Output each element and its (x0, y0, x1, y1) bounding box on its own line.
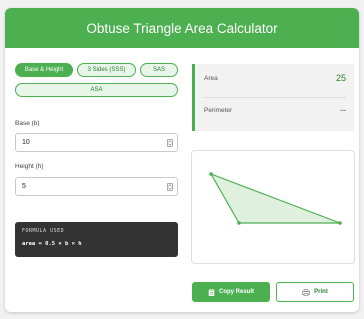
copy-result-label: Copy Result (218, 289, 254, 295)
base-spinner-icon[interactable] (167, 139, 173, 147)
base-input-value: 10 (22, 139, 30, 146)
mode-base-height-button[interactable]: Base & Height (15, 63, 73, 77)
triangle-preview (191, 150, 355, 264)
print-button[interactable]: Print (276, 282, 354, 302)
results-divider (204, 97, 346, 98)
base-input[interactable]: 10 (15, 133, 178, 152)
area-label: Area (204, 75, 218, 82)
height-label: Height (h) (15, 163, 44, 170)
results-panel: Area 25 Perimeter -- (192, 64, 354, 131)
printer-icon (302, 288, 310, 296)
calculator-card: Obtuse Triangle Area Calculator Base & H… (5, 8, 359, 312)
perimeter-value: -- (340, 105, 346, 115)
triangle-shape (209, 172, 341, 224)
spinner-arrows-icon (168, 140, 172, 146)
page-title-text: Obtuse Triangle Area Calculator (86, 20, 278, 36)
height-spinner-icon[interactable] (167, 183, 173, 191)
triangle-diagram (209, 172, 342, 225)
formula-text: area = 0.5 × b × h (22, 241, 82, 247)
page-title: Obtuse Triangle Area Calculator (5, 8, 359, 48)
mode-asa-button[interactable]: ASA (15, 83, 178, 97)
vertex-point (237, 221, 241, 225)
height-input[interactable]: 5 (15, 177, 178, 196)
formula-title: FORMULA USED (22, 228, 65, 234)
mode-three-sides-button[interactable]: 3 Sides (SSS) (77, 63, 136, 77)
vertex-point (209, 172, 213, 176)
clipboard-icon (208, 288, 215, 296)
perimeter-label: Perimeter (204, 107, 233, 114)
mode-sas-button[interactable]: SAS (140, 63, 178, 77)
formula-box: FORMULA USED area = 0.5 × b × h (15, 222, 178, 257)
height-input-value: 5 (22, 183, 26, 190)
copy-result-button[interactable]: Copy Result (192, 282, 270, 302)
spinner-arrows-icon (168, 184, 172, 190)
vertex-point (338, 221, 342, 225)
area-value: 25 (335, 73, 346, 83)
base-label: Base (b) (15, 120, 40, 127)
print-label: Print (314, 289, 328, 295)
